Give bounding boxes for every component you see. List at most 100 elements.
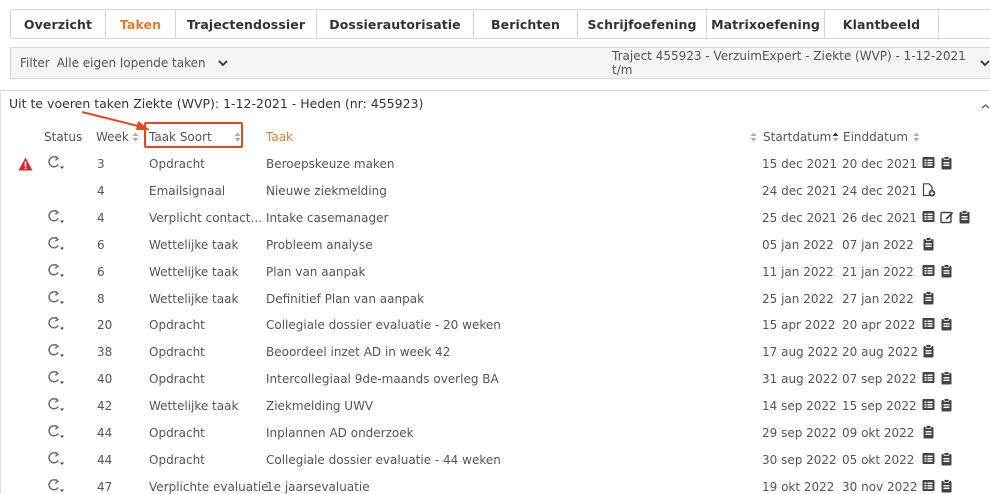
clipboard-icon[interactable] (940, 371, 953, 385)
chevron-up-icon[interactable] (981, 100, 990, 109)
cell-week: 44 (97, 426, 113, 440)
tab-overzicht[interactable]: Overzicht (11, 10, 106, 38)
list-icon[interactable] (922, 210, 935, 224)
sort-icon (132, 132, 139, 142)
filter-bar: Filter Alle eigen lopende taken Traject … (10, 47, 990, 79)
file-add-icon[interactable] (922, 183, 936, 197)
cell-startdatum: 29 sep 2022 (762, 426, 837, 440)
status-refresh-icon[interactable] (47, 343, 65, 359)
table-row[interactable]: 4 Emailsignaal Nieuwe ziekmelding 24 dec 20… (0, 178, 990, 204)
clipboard-icon[interactable] (940, 263, 953, 278)
cell-taak-soort: Wettelijke taak (149, 237, 239, 252)
cell-einddatum: 24 dec 2021 (842, 183, 918, 198)
edit-icon[interactable] (940, 210, 954, 224)
status-refresh-icon[interactable] (47, 451, 65, 467)
cell-taak: Probleem analyse (266, 237, 373, 252)
cell-taak-soort: Wettelijke taak (149, 291, 239, 306)
status-refresh-icon[interactable] (47, 236, 65, 252)
tab-trajectendossier[interactable]: Trajectendossier (176, 10, 317, 38)
cell-taak-soort: Opdracht (149, 318, 205, 333)
cell-taak-soort: Opdracht (149, 452, 205, 467)
column-status-label: Status (44, 130, 83, 144)
table-row[interactable]: 38 Opdracht Beoordeel inzet AD in week 42 1… (0, 339, 990, 365)
table-row[interactable]: 44 Opdracht Collegiale dossier evaluatie -… (0, 447, 990, 473)
warning-icon (18, 157, 33, 171)
list-icon[interactable] (922, 156, 935, 170)
traject-select-value: Traject 455923 - VerzuimExpert - Ziekte … (612, 49, 966, 77)
tab-klantbeeld[interactable]: Klantbeeld (825, 10, 939, 38)
list-icon[interactable] (922, 264, 935, 278)
cell-taak-soort: Emailsignaal (149, 183, 226, 198)
clipboard-icon[interactable] (940, 398, 953, 412)
column-week-label: Week (96, 130, 129, 144)
cell-taak-soort: Opdracht (149, 426, 205, 440)
status-refresh-icon[interactable] (47, 478, 65, 494)
tab-berichten[interactable]: Berichten (474, 10, 578, 38)
panel-title: Uit te voeren taken Ziekte (WVP): 1-12-2… (9, 96, 424, 111)
column-week[interactable]: Week (96, 130, 139, 144)
list-icon[interactable] (922, 317, 935, 331)
table-row[interactable]: 3 Opdracht Beroepskeuze maken 15 dec 2021 20… (0, 151, 990, 177)
status-refresh-icon[interactable] (47, 263, 65, 279)
cell-week: 47 (97, 479, 113, 494)
table-row[interactable]: 8 Wettelijke taak Definitief Plan van aanp… (0, 286, 990, 312)
cell-taak-soort: Verplicht contact... (149, 210, 262, 225)
cell-taak-soort: Wettelijke taak (149, 399, 239, 414)
cell-week: 6 (97, 237, 105, 252)
cell-taak: Collegiale dossier evaluatie - 20 weken (266, 318, 501, 333)
tab-schrijfoefening[interactable]: Schrijfoefening (578, 10, 707, 38)
cell-taak: Beroepskeuze maken (266, 157, 395, 171)
clipboard-icon[interactable] (958, 209, 971, 224)
clipboard-icon[interactable] (940, 478, 953, 493)
filter-select[interactable]: Alle eigen lopende taken (57, 56, 228, 70)
clipboard-icon[interactable] (922, 290, 935, 305)
sort-asc-icon (832, 132, 839, 142)
status-refresh-icon[interactable] (47, 397, 65, 413)
cell-einddatum: 07 jan 2022 (842, 237, 914, 252)
column-status[interactable]: Status (44, 130, 82, 144)
column-startdatum[interactable]: Startdatum (750, 130, 839, 144)
cell-week: 20 (97, 318, 113, 333)
status-refresh-icon[interactable] (47, 155, 65, 171)
status-refresh-icon[interactable] (47, 370, 65, 386)
clipboard-icon[interactable] (940, 451, 953, 466)
tab-taken[interactable]: Taken (106, 10, 176, 38)
cell-week: 4 (97, 210, 105, 225)
cell-taak: Intake casemanager (266, 210, 389, 225)
column-taak-label: Taak (266, 130, 293, 144)
clipboard-icon[interactable] (940, 317, 953, 331)
tab-matrixoefening[interactable]: Matrixoefening (707, 10, 825, 38)
cell-taak: Inplannen AD onderzoek (266, 426, 414, 440)
table-row[interactable]: 6 Wettelijke taak Probleem analyse 05 jan 2… (0, 232, 990, 258)
annotation-arrow (81, 111, 150, 130)
table-row[interactable]: 47 Verplichte evaluatie 1e jaarsevaluatie 1… (0, 474, 990, 494)
status-refresh-icon[interactable] (47, 209, 65, 225)
tab-dossierautorisatie[interactable]: Dossierautorisatie (317, 10, 474, 38)
clipboard-icon[interactable] (922, 344, 935, 358)
list-icon[interactable] (922, 479, 935, 493)
cell-einddatum: 15 sep 2022 (842, 399, 917, 414)
column-taak[interactable]: Taak (266, 130, 293, 144)
cell-taak-soort: Verplichte evaluatie (149, 479, 269, 494)
status-refresh-icon[interactable] (47, 316, 65, 332)
table-row[interactable]: 42 Wettelijke taak Ziekmelding UWV 14 sep 2… (0, 393, 990, 419)
cell-taak: 1e jaarsevaluatie (266, 479, 370, 494)
table-row[interactable]: 4 Verplicht contact... Intake casemanager 2… (0, 205, 990, 231)
column-einddatum[interactable]: Einddatum (843, 130, 920, 144)
table-row[interactable]: 44 Opdracht Inplannen AD onderzoek 29 sep 2… (0, 420, 990, 446)
traject-select[interactable]: Traject 455923 - VerzuimExpert - Ziekte … (612, 48, 990, 78)
clipboard-icon[interactable] (940, 156, 953, 170)
cell-startdatum: 19 okt 2022 (762, 479, 835, 494)
table-row[interactable]: 40 Opdracht Intercollegiaal 9de-maands ove… (0, 366, 990, 392)
list-icon[interactable] (922, 452, 935, 466)
clipboard-icon[interactable] (922, 236, 935, 251)
status-refresh-icon[interactable] (47, 424, 65, 440)
list-icon[interactable] (922, 371, 935, 385)
table-row[interactable]: 6 Wettelijke taak Plan van aanpak 11 jan 20… (0, 259, 990, 285)
cell-einddatum: 05 okt 2022 (842, 452, 915, 467)
status-refresh-icon[interactable] (47, 290, 65, 306)
table-row[interactable]: 20 Opdracht Collegiale dossier evaluatie -… (0, 312, 990, 338)
clipboard-icon[interactable] (922, 425, 935, 439)
list-icon[interactable] (922, 398, 935, 412)
cell-startdatum: 25 jan 2022 (762, 291, 834, 306)
